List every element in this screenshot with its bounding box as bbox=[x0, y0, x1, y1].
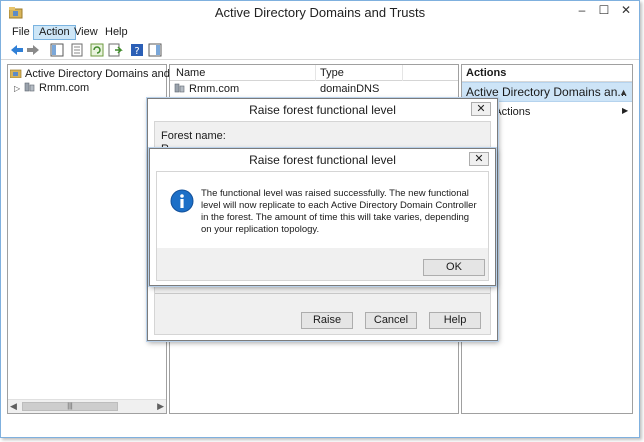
expand-arrow-icon[interactable]: ▷ bbox=[14, 82, 24, 96]
column-type[interactable]: Type bbox=[316, 65, 344, 81]
ad-root-icon bbox=[10, 69, 22, 78]
cancel-button[interactable]: Cancel bbox=[365, 312, 417, 329]
collapse-up-icon[interactable]: ▲ bbox=[619, 83, 628, 101]
svg-text:?: ? bbox=[134, 46, 139, 57]
window-title: Active Directory Domains and Trusts bbox=[214, 5, 426, 20]
domain-icon bbox=[24, 82, 35, 92]
toolbar: ? bbox=[1, 40, 639, 60]
actions-header: Actions bbox=[462, 65, 632, 82]
domain-icon bbox=[174, 83, 185, 93]
separator bbox=[155, 293, 490, 294]
row-type: domainDNS bbox=[320, 83, 380, 95]
dialog-title-bar: Raise forest functional level ✕ bbox=[148, 99, 497, 121]
table-row[interactable]: Rmm.com bbox=[174, 82, 239, 96]
forward-icon[interactable] bbox=[25, 42, 41, 58]
column-separator[interactable] bbox=[402, 65, 403, 81]
dialog-title: Raise forest functional level bbox=[249, 153, 396, 167]
message-area: The functional level was raised successf… bbox=[157, 172, 488, 248]
properties-icon[interactable] bbox=[69, 42, 85, 58]
back-icon[interactable] bbox=[9, 42, 25, 58]
help-icon[interactable]: ? bbox=[129, 42, 145, 58]
console-tree-icon[interactable] bbox=[49, 42, 65, 58]
tree-item-label: Rmm.com bbox=[39, 82, 90, 94]
scroll-thumb[interactable]: ||| bbox=[22, 402, 118, 411]
title-bar: Active Directory Domains and Trusts – ☐ … bbox=[1, 1, 639, 25]
scroll-right-icon[interactable]: ▶ bbox=[157, 401, 164, 412]
refresh-icon[interactable] bbox=[89, 42, 105, 58]
column-name[interactable]: Name bbox=[172, 65, 205, 81]
raise-button[interactable]: Raise bbox=[301, 312, 353, 329]
horizontal-scrollbar[interactable]: ◀ ||| ▶ bbox=[8, 399, 166, 413]
console-tree-pane: Active Directory Domains and Trust ▷ Rmm… bbox=[7, 64, 197, 414]
show-hide-action-pane-icon[interactable] bbox=[147, 42, 163, 58]
menu-bar: File Action View Help bbox=[1, 25, 639, 40]
close-button[interactable]: ✕ bbox=[613, 1, 639, 21]
dialog-body: The functional level was raised successf… bbox=[156, 171, 489, 281]
ok-button[interactable]: OK bbox=[423, 259, 485, 276]
row-name: Rmm.com bbox=[189, 83, 240, 95]
scroll-left-icon[interactable]: ◀ bbox=[10, 401, 17, 412]
menu-file[interactable]: File bbox=[7, 25, 35, 40]
dialog-close-button[interactable]: ✕ bbox=[469, 152, 489, 166]
export-list-icon[interactable] bbox=[107, 42, 123, 58]
forest-name-label: Forest name: bbox=[161, 130, 226, 142]
dialog-title-bar: Raise forest functional level ✕ bbox=[150, 149, 495, 171]
help-button[interactable]: Help bbox=[429, 312, 481, 329]
dialog-close-button[interactable]: ✕ bbox=[471, 102, 491, 116]
tree-item-domain[interactable]: ▷ Rmm.com bbox=[14, 81, 89, 95]
menu-help[interactable]: Help bbox=[100, 25, 133, 40]
actions-group-label: Active Directory Domains an... bbox=[466, 85, 628, 99]
success-message-text: The functional level was raised successf… bbox=[201, 188, 477, 235]
success-message-dialog: Raise forest functional level ✕ The func… bbox=[149, 148, 496, 286]
main-window: Active Directory Domains and Trusts – ☐ … bbox=[0, 0, 640, 438]
list-header: Name Type bbox=[170, 65, 458, 81]
submenu-arrow-icon: ▶ bbox=[622, 106, 629, 115]
menu-view[interactable]: View bbox=[69, 25, 103, 40]
dialog-title: Raise forest functional level bbox=[249, 103, 396, 117]
info-icon bbox=[170, 189, 194, 213]
